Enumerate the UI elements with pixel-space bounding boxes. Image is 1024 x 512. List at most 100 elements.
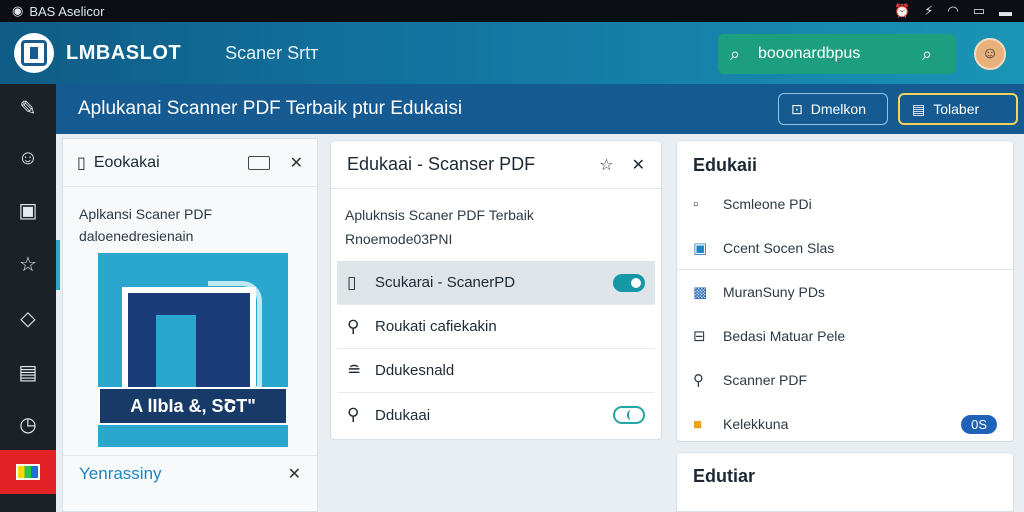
search-doc-icon: ⚲ [347, 316, 360, 336]
footer-link[interactable]: Yenrassiny [79, 464, 162, 484]
pin-icon[interactable]: ☆ [599, 155, 613, 175]
toggle-switch[interactable] [613, 406, 645, 424]
star-icon[interactable]: ☆ [0, 242, 56, 286]
document-icon: ▯ [77, 154, 86, 172]
clock-icon[interactable]: ◷ [0, 402, 56, 446]
minus-box-icon: ⊟ [693, 328, 706, 345]
list-item-label: Ccent Socen Slas [723, 239, 835, 256]
preview-panel: ▯ Eookakai ✕ Aplkansi Scaner PDF daloene… [62, 138, 318, 512]
system-icons: ⏰ ⚡ ◠ ▭ ▬ [894, 3, 1012, 19]
search-icon: ⌕ [730, 43, 741, 64]
scanner-desc-line1: Apluknsis Scaner PDF Terbaik [345, 207, 534, 223]
list-item[interactable]: ■ Kelekkuna 0S [677, 402, 1013, 446]
preview-description: Aplkansi Scaner PDF daloenedresienain [63, 187, 317, 247]
scanner-description: Apluknsis Scaner PDF Terbaik Rnoemode03P… [331, 189, 661, 251]
app-icon: ◉ [12, 3, 24, 18]
brand-name: LMBASLOT [66, 41, 182, 64]
preview-desc-line1: Aplkansi Scaner PDF [79, 206, 213, 222]
status-app-name: BAS Aselicor [29, 3, 105, 19]
search-submit-icon[interactable]: ⌕ [922, 44, 944, 65]
close-icon[interactable]: ✕ [288, 464, 301, 484]
close-icon[interactable]: ✕ [632, 155, 645, 175]
list-item-label: Roukati cafiekakin [375, 318, 497, 335]
rail-selection-marker [56, 240, 60, 290]
list-item[interactable]: ⚲ Roukati cafiekakin [337, 305, 655, 349]
list-item[interactable]: ⚲ Ddukaai [337, 393, 655, 437]
stack-icon: ≘ [347, 360, 362, 380]
minimize-icon[interactable]: ▬ [999, 4, 1012, 19]
signal-icon: ⚡ [924, 3, 934, 18]
search-box[interactable]: ⌕ booonardbpus ⌕ [718, 34, 956, 74]
document-icon: ▤ [912, 100, 926, 117]
list-item-label: Ddukesnald [375, 362, 455, 379]
list-item[interactable]: ▯ Scukarai - ScanerPD [337, 261, 655, 305]
preview-panel-header: ▯ Eookakai ✕ [63, 139, 317, 187]
education-panel-title: Edukaii [693, 155, 758, 175]
scanner-options-list: ▯ Scukarai - ScanerPD ⚲ Roukati cafiekak… [337, 261, 655, 437]
list-item-label: Bedasi Matuar Pele [723, 328, 846, 344]
secondary-panel-title: Edutiar [693, 466, 756, 486]
list-item[interactable]: ≘ Ddukesnald [337, 349, 655, 393]
secondary-panel: Edutiar [676, 452, 1014, 512]
page-name: Scaner Srtт [225, 42, 319, 63]
page-title: Aplukanai Scanner PDF Terbaik ptur Eduka… [78, 98, 463, 119]
status-app: ◉ BAS Aselicor [12, 3, 105, 19]
count-badge: 0S [961, 414, 997, 434]
search-icon: ⚲ [693, 372, 704, 389]
left-rail: ✎ ☺ ▣ ☆ ◇ ▤ ◷ [0, 84, 56, 512]
sub-header: Aplukanai Scanner PDF Terbaik ptur Eduka… [56, 84, 1024, 134]
toggle-switch[interactable] [613, 273, 645, 292]
pen-icon[interactable]: ✎ [0, 86, 56, 130]
scanner-desc-line2: Rnoemode03PNI [345, 231, 453, 247]
x-box-icon: ▩ [693, 284, 708, 301]
list-item[interactable]: ▫ Scmleone PDi [677, 182, 1013, 226]
scanner-panel: Edukaai - Scanser PDF ☆ ✕ Apluknsis Scan… [330, 140, 662, 440]
square-icon: ▫ [693, 195, 699, 213]
avatar[interactable]: ☺ [974, 38, 1006, 70]
top-header: LMBASLOT Scaner Srtт ⌕ booonardbpus ⌕ ☺ [0, 22, 1024, 84]
file-icon: ▯ [347, 272, 357, 292]
list-item[interactable]: ▩ MuranSuny PDs [677, 270, 1013, 314]
education-panel: Edukaii ▫ Scmleone PDi ▣ Ccent Socen Sla… [676, 140, 1014, 442]
alarm-icon: ⏰ [894, 3, 911, 18]
battery-icon: ▭ [972, 3, 985, 18]
list-item[interactable]: ⊟ Bedasi Matuar Pele [677, 314, 1013, 358]
user-icon: ⚲ [347, 405, 360, 424]
list-item-label: MuranSuny PDs [723, 284, 825, 300]
diamond-icon[interactable]: ◇ [0, 296, 56, 340]
close-icon[interactable]: ✕ [290, 153, 303, 173]
list-item-label: Scanner PDF [723, 372, 808, 388]
card-icon[interactable]: ▤ [0, 350, 56, 394]
preview-panel-title: Eookakai [93, 153, 160, 171]
secondary-button-label: Dmelkon [810, 101, 866, 117]
wifi-icon: ◠ [947, 3, 959, 18]
list-item[interactable]: ⚲ Scanner PDF [677, 358, 1013, 402]
status-bar: ◉ BAS Aselicor ⏰ ⚡ ◠ ▭ ▬ [0, 0, 1024, 22]
search-input[interactable]: booonardbpus [758, 45, 922, 63]
picture-icon: ▣ [693, 239, 708, 257]
scanner-panel-title: Edukaai - Scanser PDF [347, 154, 536, 174]
logo-icon [21, 40, 47, 66]
preview-footer: Yenrassiny ✕ [63, 455, 317, 491]
image-icon[interactable]: ▣ [0, 188, 56, 232]
window-icon[interactable] [247, 155, 270, 170]
scanner-panel-header: Edukaai - Scanser PDF ☆ ✕ [331, 141, 661, 189]
list-item[interactable]: ▣ Ccent Socen Slas [677, 226, 1013, 270]
secondary-button[interactable]: ⊡ Dmelkon [778, 93, 888, 125]
flag-icon-image [16, 464, 40, 480]
user-icon[interactable]: ☺ [0, 136, 56, 180]
app-thumbnail[interactable]: A lIbIa &, SՇT" [98, 253, 288, 447]
flag-icon[interactable] [0, 450, 56, 494]
list-item-label: Kelekkuna [723, 416, 789, 432]
thumbnail-caption: A lIbIa &, SՇT" [98, 387, 288, 425]
list-item-label: Scmleone PDi [723, 196, 812, 212]
list-item-label: Ddukaai [375, 406, 431, 424]
lock-icon: ⊡ [791, 100, 803, 117]
preview-desc-line2: daloenedresienain [79, 228, 194, 244]
folder-icon: ■ [693, 415, 703, 433]
thumbnail-logo [122, 287, 256, 399]
primary-button-label: Tolaber [933, 101, 980, 117]
primary-button[interactable]: ▤ Tolaber [898, 93, 1018, 125]
app-logo[interactable] [14, 33, 54, 73]
list-item-label: Scukarai - ScanerPD [375, 274, 516, 291]
